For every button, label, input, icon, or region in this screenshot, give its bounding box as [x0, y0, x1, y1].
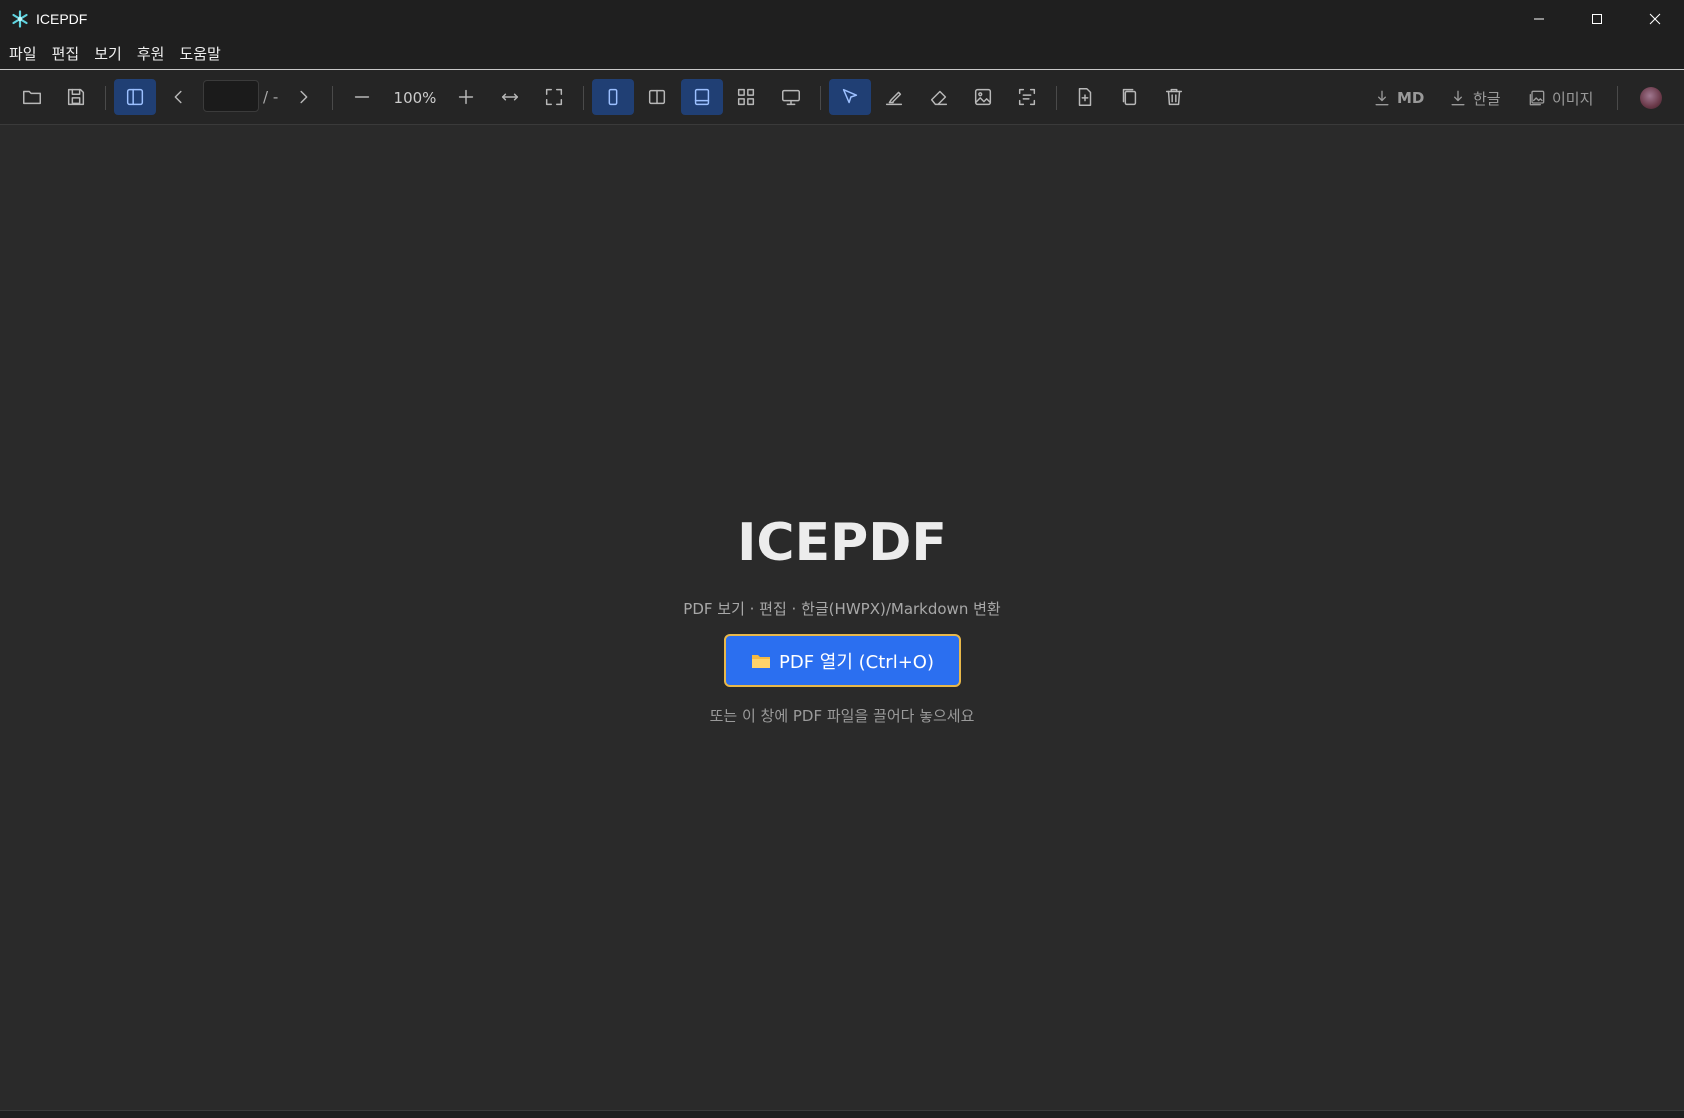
toggle-sidebar-button[interactable] — [114, 79, 156, 115]
cursor-icon — [842, 88, 858, 104]
highlight-tool-button[interactable] — [873, 79, 915, 115]
menu-help[interactable]: 도움말 — [179, 43, 220, 64]
menu-view[interactable]: 보기 — [94, 43, 122, 64]
export-md-label: MD — [1397, 89, 1425, 107]
zoom-level[interactable]: 100% — [390, 89, 440, 107]
welcome-title: ICEPDF — [737, 513, 947, 573]
grid-view-button[interactable] — [725, 79, 767, 115]
export-md-button[interactable]: MD — [1372, 84, 1424, 112]
menu-donate[interactable]: 후원 — [137, 43, 165, 64]
two-page-icon — [648, 89, 666, 105]
ocr-scan-button[interactable] — [1006, 79, 1048, 115]
window-controls — [1510, 0, 1684, 38]
insert-image-button[interactable] — [962, 79, 1004, 115]
open-file-button[interactable] — [11, 79, 53, 115]
eraser-tool-button[interactable] — [918, 79, 960, 115]
welcome-subtitle: PDF 보기 · 편집 · 한글(HWPX)/Markdown 변환 — [683, 600, 1001, 618]
open-pdf-button[interactable]: PDF 열기 (Ctrl+O) — [724, 634, 961, 687]
plus-icon — [458, 89, 474, 105]
minimize-icon — [1534, 18, 1544, 20]
zoom-in-button[interactable] — [445, 79, 487, 115]
chevron-left-icon — [174, 90, 182, 104]
zoom-out-button[interactable] — [341, 79, 383, 115]
toolbar-separator — [1617, 86, 1618, 110]
close-icon — [1649, 13, 1661, 25]
toolbar-separator — [1056, 86, 1057, 110]
drop-hint: 또는 이 창에 PDF 파일을 끌어다 놓으세요 — [709, 707, 975, 725]
eraser-icon — [930, 90, 948, 106]
toolbar-separator — [583, 86, 584, 110]
status-bar — [0, 1110, 1684, 1118]
duplicate-page-button[interactable] — [1108, 79, 1150, 115]
save-button[interactable] — [55, 79, 97, 115]
download-icon — [1375, 90, 1389, 106]
page-scroll-icon — [694, 88, 710, 106]
menu-bar: 파일 편집 보기 후원 도움말 — [0, 38, 1684, 70]
two-page-view-button[interactable] — [636, 79, 678, 115]
monitor-icon — [782, 89, 800, 106]
donate-coffee-icon[interactable] — [1640, 87, 1662, 109]
highlighter-icon — [885, 91, 903, 106]
scan-text-icon — [1018, 88, 1036, 106]
toolbar-separator — [820, 86, 821, 110]
folder-icon — [752, 654, 771, 668]
export-image-label: 이미지 — [1552, 89, 1594, 108]
toolbar-separator — [105, 86, 106, 110]
delete-page-button[interactable] — [1153, 79, 1195, 115]
export-image-button[interactable]: 이미지 — [1527, 84, 1593, 112]
export-hwp-label: 한글 — [1473, 89, 1501, 108]
title-bar: ICEPDF — [0, 0, 1684, 38]
sidebar-icon — [126, 88, 144, 106]
save-icon — [67, 88, 85, 106]
toolbar-separator — [332, 86, 333, 110]
select-tool-button[interactable] — [829, 79, 871, 115]
maximize-button[interactable] — [1568, 0, 1626, 38]
next-page-button[interactable] — [282, 79, 324, 115]
minus-icon — [354, 96, 370, 98]
toolbar: / - 100% MD 한글 이미지 — [0, 70, 1684, 125]
add-page-button[interactable] — [1064, 79, 1106, 115]
file-plus-icon — [1078, 88, 1092, 106]
fit-page-button[interactable] — [533, 79, 575, 115]
minimize-button[interactable] — [1510, 0, 1568, 38]
single-page-view-button[interactable] — [592, 79, 634, 115]
continuous-view-button[interactable] — [681, 79, 723, 115]
open-pdf-label: PDF 열기 (Ctrl+O) — [779, 651, 934, 673]
grid-icon — [737, 88, 755, 106]
copy-icon — [1122, 88, 1137, 106]
trash-icon — [1165, 88, 1183, 106]
image-export-icon — [1529, 90, 1545, 106]
prev-page-button[interactable] — [158, 79, 200, 115]
fit-width-button[interactable] — [489, 79, 531, 115]
fullscreen-icon — [545, 88, 563, 106]
menu-edit[interactable]: 편집 — [52, 43, 80, 64]
image-icon — [974, 88, 992, 106]
download-icon — [1451, 90, 1465, 106]
menu-file[interactable]: 파일 — [9, 43, 37, 64]
chevron-right-icon — [300, 90, 308, 104]
close-button[interactable] — [1626, 0, 1684, 38]
presentation-button[interactable] — [770, 79, 812, 115]
folder-open-icon — [23, 90, 41, 105]
single-page-icon — [608, 88, 618, 106]
welcome-screen: ICEPDF PDF 보기 · 편집 · 한글(HWPX)/Markdown 변… — [0, 125, 1684, 1110]
maximize-icon — [1592, 14, 1602, 24]
page-number-input[interactable] — [203, 80, 259, 112]
arrows-horizontal-icon — [501, 93, 519, 101]
export-hwp-button[interactable]: 한글 — [1448, 84, 1501, 112]
app-logo-icon — [11, 10, 29, 28]
page-total: / - — [263, 88, 279, 106]
window-title: ICEPDF — [36, 11, 88, 27]
